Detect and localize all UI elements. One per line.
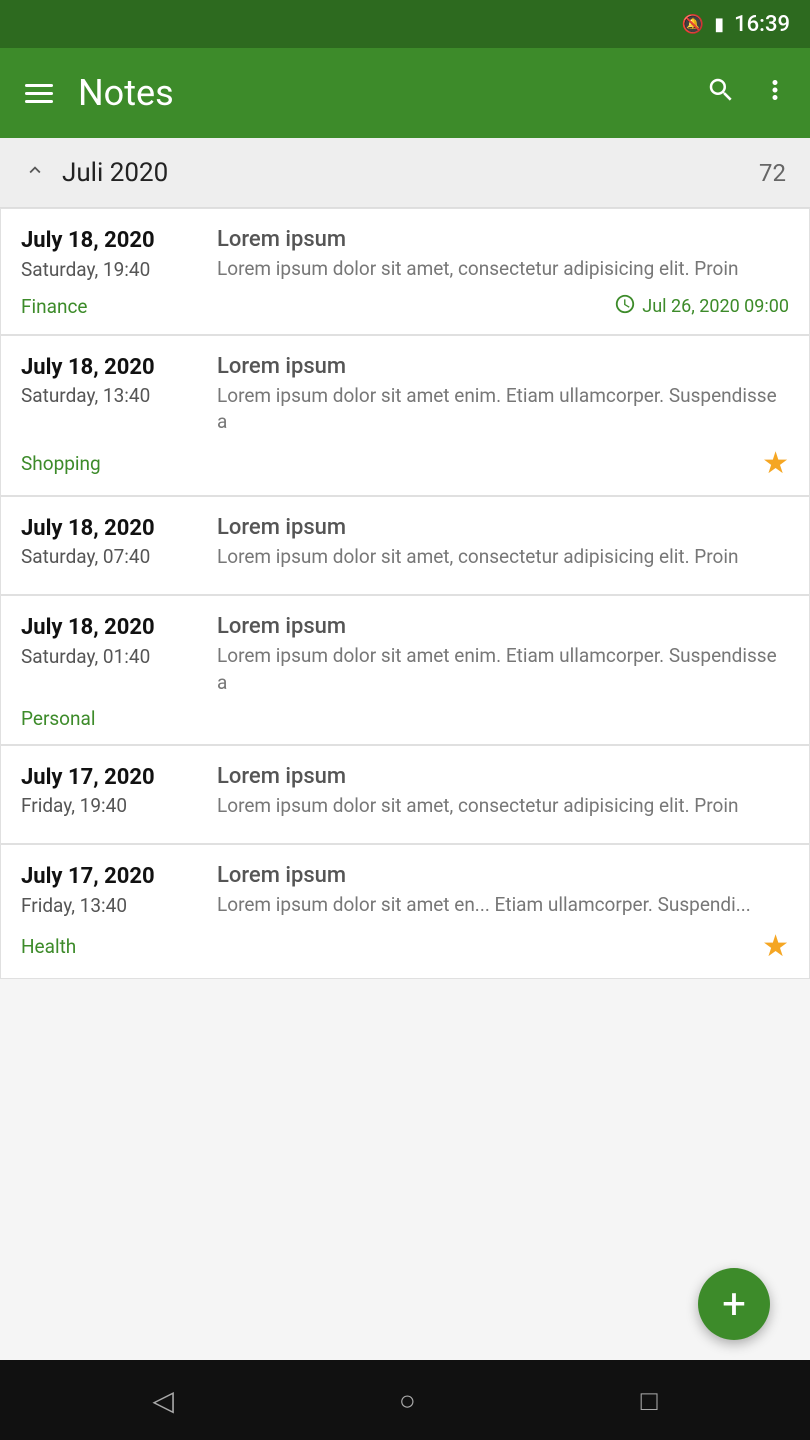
app-title: Notes [78,72,686,114]
note-preview: Lorem ipsum dolor sit amet enim. Etiam u… [217,643,789,696]
note-date-main: July 17, 2020 [21,764,201,793]
note-tag: Personal [21,707,95,730]
note-date-main: July 18, 2020 [21,227,201,256]
note-item[interactable]: July 18, 2020 Saturday, 07:40 Lorem ipsu… [0,496,810,596]
hamburger-line-2 [25,92,53,95]
note-date-sub: Saturday, 19:40 [21,258,201,281]
note-item[interactable]: July 18, 2020 Saturday, 01:40 Lorem ipsu… [0,595,810,744]
status-time: 16:39 [734,12,790,37]
note-title: Lorem ipsum [217,354,789,379]
star-icon: ★ [762,446,789,481]
note-preview: Lorem ipsum dolor sit amet, consectetur … [217,544,789,571]
app-bar: Notes [0,48,810,138]
battery-icon: ▮ [714,14,724,35]
note-date-sub: Saturday, 01:40 [21,645,201,668]
sim-icon: 🔕 [682,14,704,35]
hamburger-line-1 [25,84,53,87]
recent-nav-icon[interactable]: □ [641,1384,658,1417]
note-preview: Lorem ipsum dolor sit amet, consectetur … [217,256,789,283]
note-preview: Lorem ipsum dolor sit amet en... Etiam u… [217,892,789,919]
add-note-fab[interactable]: + [698,1268,770,1340]
note-item[interactable]: July 18, 2020 Saturday, 19:40 Lorem ipsu… [0,208,810,335]
status-bar: 🔕 ▮ 16:39 [0,0,810,48]
notes-list: July 18, 2020 Saturday, 19:40 Lorem ipsu… [0,208,810,1360]
note-date-sub: Friday, 19:40 [21,794,201,817]
note-preview: Lorem ipsum dolor sit amet enim. Etiam u… [217,383,789,436]
note-preview: Lorem ipsum dolor sit amet, consectetur … [217,793,789,820]
note-date-main: July 18, 2020 [21,515,201,544]
hamburger-line-3 [25,100,53,103]
add-icon: + [722,1280,746,1329]
note-date-main: July 18, 2020 [21,354,201,383]
more-options-icon[interactable] [760,75,790,112]
star-icon: ★ [762,929,789,964]
reminder-text: Jul 26, 2020 09:00 [642,296,789,317]
month-label: Juli 2020 [62,158,759,188]
note-date-main: July 17, 2020 [21,863,201,892]
note-tag: Health [21,935,76,958]
nav-bar: ◁ ○ □ [0,1360,810,1440]
home-nav-icon[interactable]: ○ [399,1384,416,1417]
note-title: Lorem ipsum [217,764,789,789]
month-collapse-button[interactable] [24,159,46,187]
app-bar-actions [706,75,790,112]
back-nav-icon[interactable]: ◁ [152,1384,174,1417]
note-reminder: Jul 26, 2020 09:00 [614,293,789,320]
note-date-sub: Friday, 13:40 [21,894,201,917]
note-title: Lorem ipsum [217,227,789,252]
menu-button[interactable] [20,79,58,108]
note-title: Lorem ipsum [217,515,789,540]
reminder-clock-icon [614,293,636,320]
note-date-main: July 18, 2020 [21,614,201,643]
month-count: 72 [759,159,786,187]
note-date-sub: Saturday, 07:40 [21,545,201,568]
note-tag: Finance [21,295,87,318]
note-title: Lorem ipsum [217,614,789,639]
note-item[interactable]: July 18, 2020 Saturday, 13:40 Lorem ipsu… [0,335,810,496]
month-header: Juli 2020 72 [0,138,810,208]
note-date-sub: Saturday, 13:40 [21,384,201,407]
note-title: Lorem ipsum [217,863,789,888]
search-icon[interactable] [706,75,736,112]
note-tag: Shopping [21,452,101,475]
note-item[interactable]: July 17, 2020 Friday, 19:40 Lorem ipsum … [0,745,810,845]
note-item[interactable]: July 17, 2020 Friday, 13:40 Lorem ipsum … [0,844,810,979]
